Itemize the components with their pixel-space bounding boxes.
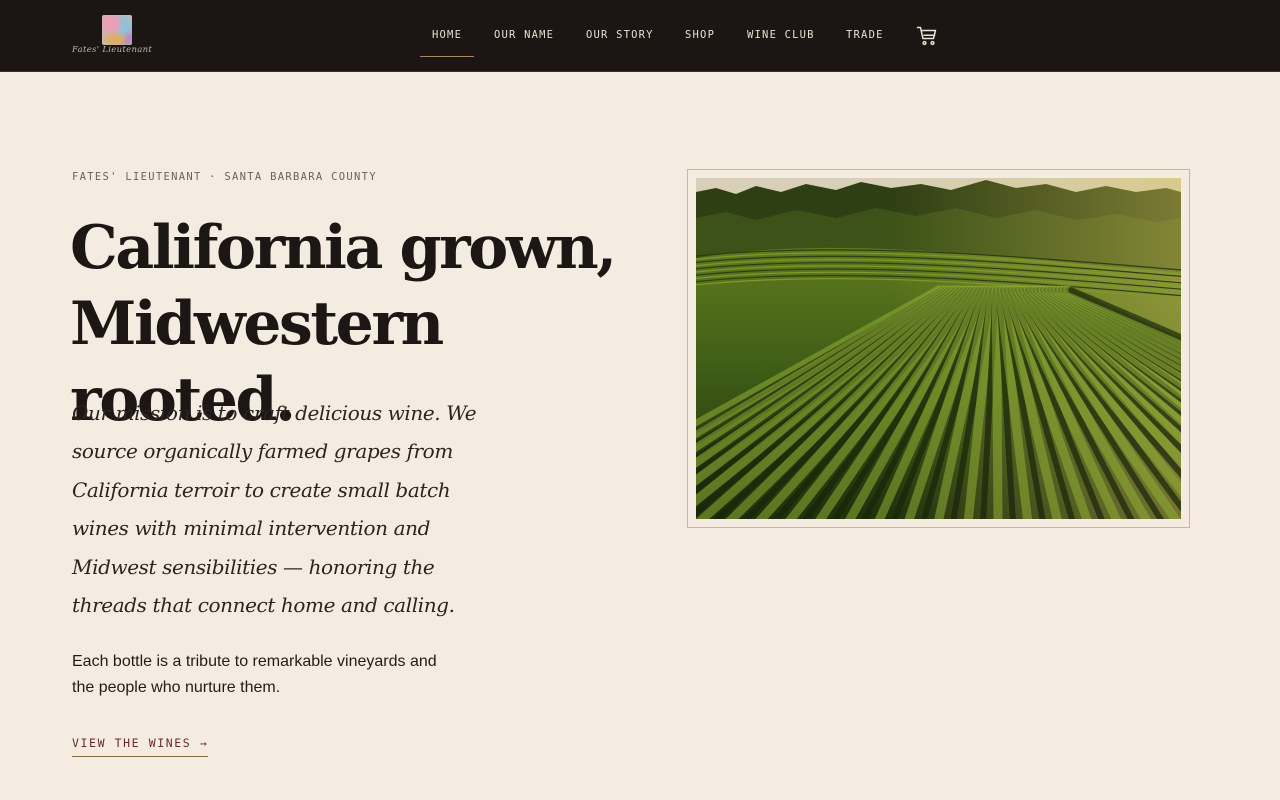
headline-line-1: California grown, (70, 213, 617, 283)
mission-statement: Our mission is to craft delicious wine. … (72, 401, 477, 618)
brand-logo[interactable]: Fates' Lieutenant (72, 13, 164, 59)
nav-item-trade[interactable]: TRADE (846, 29, 884, 41)
vineyard-image (696, 178, 1181, 519)
hero-eyebrow: FATES' LIEUTENANT · SANTA BARBARA COUNTY (72, 171, 377, 183)
logo-mark-icon (102, 15, 132, 45)
shopping-cart-icon[interactable] (916, 25, 938, 47)
nav-item-shop[interactable]: SHOP (685, 29, 715, 41)
view-wines-link[interactable]: VIEW THE WINES → (72, 736, 209, 757)
logo-wordmark: Fates' Lieutenant (72, 45, 153, 55)
hero-image-frame (687, 169, 1190, 528)
tribute-text: Each bottle is a tribute to remarkable v… (72, 653, 437, 696)
nav-item-our-story[interactable]: OUR STORY (586, 29, 654, 41)
nav-item-home[interactable]: HOME (432, 29, 462, 41)
vineyard-photo (696, 178, 1181, 519)
active-nav-indicator (420, 56, 474, 57)
nav-item-our-name[interactable]: OUR NAME (494, 29, 554, 41)
nav-item-wine-club[interactable]: WINE CLUB (747, 29, 815, 41)
site-header: Fates' Lieutenant HOME OUR NAME OUR STOR… (0, 0, 1280, 72)
